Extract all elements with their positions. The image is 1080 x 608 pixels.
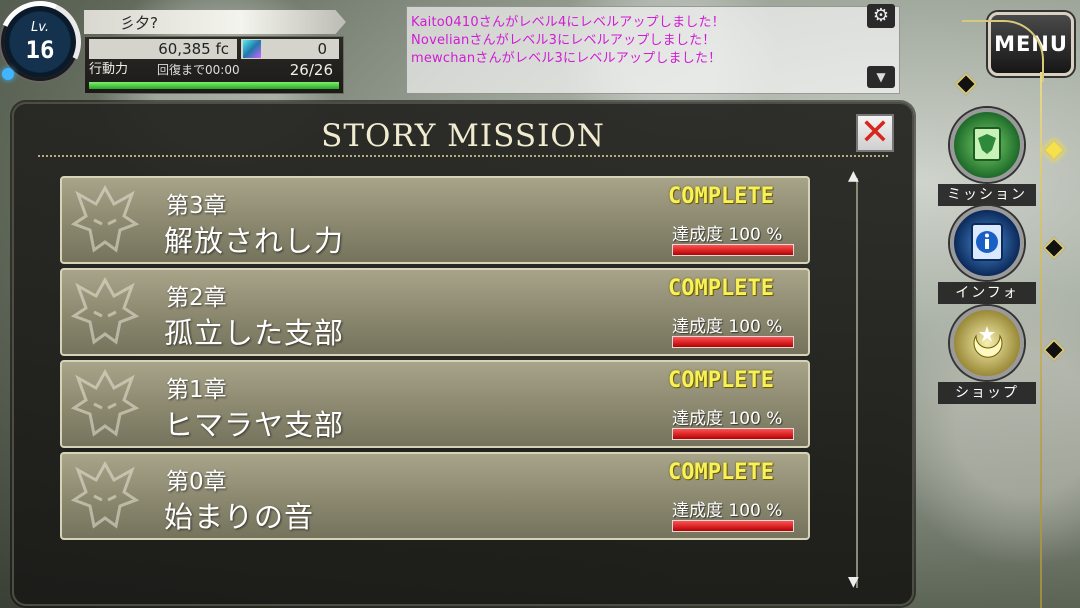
menu-rail bbox=[1040, 72, 1042, 608]
mission-progress-bar bbox=[672, 336, 794, 348]
info-label: インフォ bbox=[938, 282, 1036, 304]
info-icon bbox=[950, 206, 1024, 280]
mission-chapter: 第1章 bbox=[166, 377, 227, 403]
mission-status-badge: COMPLETE bbox=[668, 184, 774, 209]
shop-label: ショップ bbox=[938, 382, 1036, 404]
mission-row[interactable]: 第1章 ヒマラヤ支部 COMPLETE 達成度 100 % bbox=[60, 360, 810, 448]
story-mission-panel: STORY MISSION ✕ 第3章 解放されし力 COMPLETE 達成度 … bbox=[12, 102, 914, 606]
title-divider bbox=[38, 155, 888, 157]
mission-progress-fill bbox=[673, 429, 793, 439]
crystal-box: 0 bbox=[241, 39, 339, 59]
system-chat-log[interactable]: Kaito0410さんがレベル4にレベルアップしました！ Novelianさんが… bbox=[406, 6, 900, 94]
mission-label: ミッション bbox=[938, 184, 1036, 206]
player-stats: 60,385 fc 0 行動力 回復まで00:00 26/26 bbox=[84, 36, 344, 94]
player-name: 彡夕? bbox=[120, 14, 158, 32]
mission-progress-bar bbox=[672, 520, 794, 532]
chat-line: mewchanさんがレベル3にレベルアップしました！ bbox=[411, 51, 722, 66]
ap-label: 行動力 bbox=[89, 62, 129, 77]
chevron-down-icon[interactable]: ▼ bbox=[867, 66, 895, 88]
mission-progress-bar bbox=[672, 244, 794, 256]
mission-status-badge: COMPLETE bbox=[668, 460, 774, 485]
mission-chapter: 第0章 bbox=[166, 469, 227, 495]
mission-icon bbox=[950, 108, 1024, 182]
mission-button[interactable]: ミッション bbox=[938, 108, 1036, 206]
level-label: Lv. bbox=[30, 20, 49, 35]
close-button[interactable]: ✕ bbox=[856, 112, 894, 153]
demon-crest-icon bbox=[70, 184, 140, 253]
mission-title: 解放されし力 bbox=[164, 224, 345, 258]
mission-emblem-icon bbox=[973, 127, 1001, 161]
mission-chapter: 第3章 bbox=[166, 193, 227, 219]
level-badge[interactable]: Lv. 16 bbox=[0, 0, 93, 95]
crystal-count: 0 bbox=[317, 40, 327, 58]
demon-crest-icon bbox=[70, 368, 140, 437]
close-icon: ✕ bbox=[859, 112, 891, 153]
gear-icon[interactable]: ⚙ bbox=[867, 4, 895, 28]
mission-achievement: 達成度 100 % bbox=[672, 409, 783, 429]
player-name-bar: 彡夕? bbox=[84, 10, 346, 34]
ap-recovery-timer: 回復まで00:00 bbox=[157, 63, 240, 77]
mission-achievement: 達成度 100 % bbox=[672, 501, 783, 521]
mission-progress-bar bbox=[672, 428, 794, 440]
info-glyph-icon bbox=[971, 223, 1003, 261]
mission-title: 始まりの音 bbox=[164, 500, 315, 534]
mission-status-badge: COMPLETE bbox=[668, 276, 774, 301]
level-number: 16 bbox=[25, 36, 55, 64]
crescent-star-icon bbox=[973, 326, 1003, 358]
demon-crest-icon bbox=[70, 460, 140, 529]
chat-line: Kaito0410さんがレベル4にレベルアップしました！ bbox=[411, 15, 725, 30]
shop-icon bbox=[950, 306, 1024, 380]
ap-bar-fill bbox=[89, 82, 339, 89]
player-hud: Lv. 16 彡夕? 60,385 fc 0 行動力 回復まで00:00 26/… bbox=[0, 0, 350, 100]
mission-chapter: 第2章 bbox=[166, 285, 227, 311]
mission-row[interactable]: 第0章 始まりの音 COMPLETE 達成度 100 % bbox=[60, 452, 810, 540]
mission-progress-fill bbox=[673, 337, 793, 347]
demon-crest-icon bbox=[70, 276, 140, 345]
shop-button[interactable]: ショップ bbox=[938, 306, 1036, 404]
chat-line: Novelianさんがレベル3にレベルアップしました！ bbox=[411, 33, 716, 48]
mission-title: ヒマラヤ支部 bbox=[164, 408, 345, 442]
info-button[interactable]: インフォ bbox=[938, 206, 1036, 304]
crystal-icon bbox=[243, 40, 261, 58]
scrollbar-track[interactable] bbox=[856, 178, 858, 588]
ap-bar bbox=[89, 82, 339, 89]
mission-achievement: 達成度 100 % bbox=[672, 317, 783, 337]
exp-gem-icon bbox=[2, 68, 14, 80]
mission-progress-fill bbox=[673, 521, 793, 531]
ap-value: 26/26 bbox=[289, 61, 333, 79]
scroll-up-icon[interactable]: ▲ bbox=[848, 168, 859, 184]
panel-title: STORY MISSION bbox=[321, 118, 605, 154]
money-value: 60,385 fc bbox=[89, 39, 237, 59]
mission-progress-fill bbox=[673, 245, 793, 255]
mission-status-badge: COMPLETE bbox=[668, 368, 774, 393]
ap-row: 行動力 回復まで00:00 26/26 bbox=[87, 61, 339, 79]
mission-title: 孤立した支部 bbox=[164, 316, 345, 350]
mission-row[interactable]: 第2章 孤立した支部 COMPLETE 達成度 100 % bbox=[60, 268, 810, 356]
mission-row[interactable]: 第3章 解放されし力 COMPLETE 達成度 100 % bbox=[60, 176, 810, 264]
scroll-down-icon[interactable]: ▼ bbox=[848, 574, 859, 590]
mission-achievement: 達成度 100 % bbox=[672, 225, 783, 245]
